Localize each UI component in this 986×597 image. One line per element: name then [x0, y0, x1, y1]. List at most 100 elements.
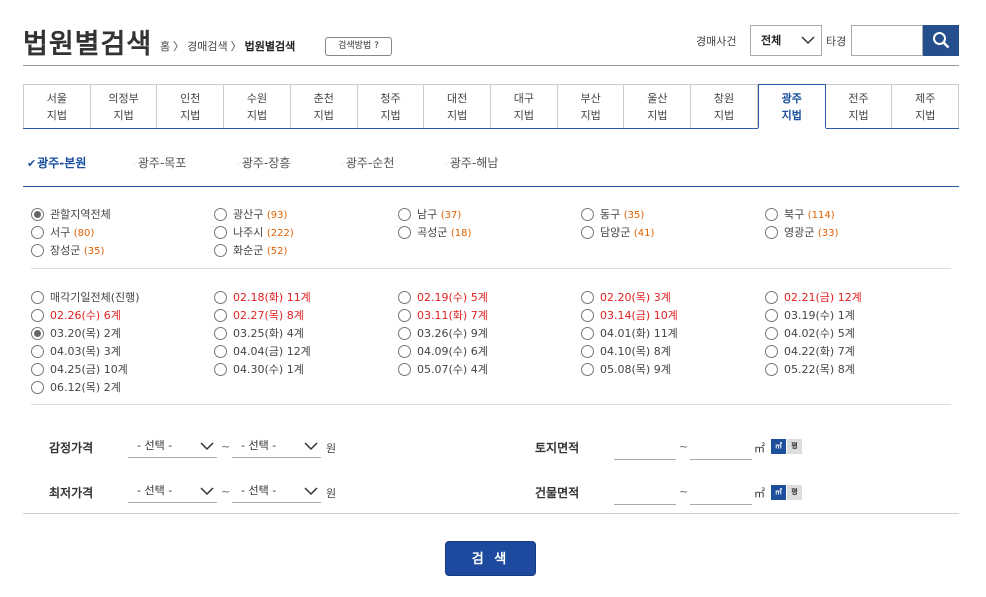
- region-radio[interactable]: 곡성군 (18): [398, 224, 471, 240]
- sale-date-radio[interactable]: 04.09(수) 6계: [398, 343, 488, 359]
- court-tab[interactable]: 수원 지법: [224, 84, 291, 128]
- land-area-max-input[interactable]: [690, 438, 752, 460]
- sale-date-radio[interactable]: 03.14(금) 10계: [581, 307, 678, 323]
- radio-circle-icon: [31, 290, 44, 304]
- sale-date-label: 04.09(수) 6계: [417, 345, 488, 358]
- sale-date-radio[interactable]: 04.22(화) 7계: [765, 343, 855, 359]
- won-unit: 원: [326, 487, 337, 500]
- building-area-min-input[interactable]: [614, 483, 676, 505]
- min-price-max-select[interactable]: - 선택 -: [232, 481, 321, 503]
- sqm-toggle-button[interactable]: ㎡: [771, 439, 786, 454]
- sale-date-radio[interactable]: 05.22(목) 8계: [765, 361, 855, 377]
- sale-date-radio[interactable]: 02.26(수) 6계: [31, 307, 121, 323]
- sale-date-radio[interactable]: 06.12(목) 2계: [31, 379, 121, 395]
- court-tab-type: 지법: [447, 109, 468, 122]
- court-tab[interactable]: 청주 지법: [357, 84, 425, 128]
- sale-date-radio[interactable]: 04.10(목) 8계: [581, 343, 671, 359]
- court-tab[interactable]: 인천 지법: [157, 84, 225, 128]
- region-radio[interactable]: 서구 (80): [31, 224, 94, 240]
- radio-circle-icon: [214, 344, 227, 358]
- court-tab-name: 서울: [46, 92, 67, 105]
- sale-date-radio[interactable]: 03.25(화) 4계: [214, 325, 304, 341]
- sale-date-radio[interactable]: 05.08(목) 9계: [581, 361, 671, 377]
- submit-search-button[interactable]: 검 색: [445, 541, 536, 576]
- branch-tab[interactable]: ✔광주-본원: [27, 154, 86, 171]
- case-year-select[interactable]: 전체: [750, 25, 822, 56]
- radio-circle-icon: [31, 225, 44, 239]
- sale-date-radio[interactable]: 매각기일전체(진행): [31, 289, 140, 305]
- pyeong-toggle-button[interactable]: 평: [787, 485, 802, 500]
- radio-circle-icon: [31, 308, 44, 322]
- sale-date-label: 04.03(목) 3계: [50, 345, 121, 358]
- building-area-max-input[interactable]: [690, 483, 752, 505]
- court-tab[interactable]: 제주 지법: [892, 84, 960, 128]
- region-radio[interactable]: 남구 (37): [398, 206, 461, 222]
- sale-date-radio[interactable]: 04.30(수) 1계: [214, 361, 304, 377]
- search-help-button[interactable]: 검색방법 ?: [325, 37, 392, 56]
- search-button[interactable]: [923, 25, 959, 56]
- sale-date-radio[interactable]: 02.27(목) 8계: [214, 307, 304, 323]
- branch-tab[interactable]: · 광주-목포: [133, 154, 186, 171]
- region-radio[interactable]: 화순군 (52): [214, 242, 287, 258]
- sale-date-radio[interactable]: 03.19(수) 1계: [765, 307, 855, 323]
- sale-date-radio[interactable]: 04.04(금) 12계: [214, 343, 311, 359]
- court-tab[interactable]: 부산 지법: [557, 84, 625, 128]
- sale-date-radio[interactable]: 02.19(수) 5계: [398, 289, 488, 305]
- region-radio[interactable]: 영광군 (33): [765, 224, 838, 240]
- region-count: (222): [266, 228, 294, 239]
- region-count: (80): [73, 228, 95, 239]
- appraisal-min-select[interactable]: - 선택 -: [128, 436, 217, 458]
- region-radio[interactable]: 북구 (114): [765, 206, 835, 222]
- region-radio[interactable]: 광산구 (93): [214, 206, 287, 222]
- sale-date-radio[interactable]: 04.01(화) 11계: [581, 325, 678, 341]
- branch-tab[interactable]: · 광주-장흥: [237, 154, 290, 171]
- sale-date-label: 02.26(수) 6계: [50, 309, 121, 322]
- sale-date-radio[interactable]: 03.20(목) 2계: [31, 325, 121, 341]
- court-tab-type: 지법: [781, 109, 802, 122]
- appraisal-max-select[interactable]: - 선택 -: [232, 436, 321, 458]
- region-radio[interactable]: 장성군 (35): [31, 242, 104, 258]
- court-tab-type: 지법: [580, 109, 601, 122]
- sale-date-radio[interactable]: 05.07(수) 4계: [398, 361, 488, 377]
- radio-circle-icon: [765, 225, 778, 239]
- sale-date-radio[interactable]: 04.25(금) 10계: [31, 361, 128, 377]
- breadcrumb-auction-search[interactable]: 경매검색: [187, 40, 227, 53]
- court-tab-type: 지법: [713, 109, 735, 122]
- min-price-min-select[interactable]: - 선택 -: [128, 481, 217, 503]
- sale-date-radio[interactable]: 02.20(목) 3계: [581, 289, 671, 305]
- land-area-min-input[interactable]: [614, 438, 676, 460]
- range-separator: ~: [221, 485, 231, 498]
- sale-date-label: 05.08(목) 9계: [600, 363, 671, 376]
- sale-date-radio[interactable]: 02.18(화) 11계: [214, 289, 311, 305]
- breadcrumb-home[interactable]: 홈: [160, 40, 170, 53]
- sale-date-radio[interactable]: 02.21(금) 12계: [765, 289, 862, 305]
- court-tab[interactable]: 창원 지법: [691, 84, 758, 128]
- sale-date-label: 04.04(금) 12계: [233, 345, 311, 358]
- court-tab[interactable]: 대전 지법: [424, 84, 492, 128]
- court-tab[interactable]: 광주 지법: [757, 84, 826, 129]
- sale-date-label: 02.20(목) 3계: [600, 291, 671, 304]
- region-radio[interactable]: 담양군 (41): [581, 224, 654, 240]
- region-radio[interactable]: 관할지역전체: [31, 206, 111, 222]
- pyeong-toggle-button[interactable]: 평: [787, 439, 802, 454]
- court-tab[interactable]: 대구 지법: [491, 84, 558, 128]
- sale-date-radio[interactable]: 04.03(목) 3계: [31, 343, 121, 359]
- branch-tab[interactable]: · 광주-해남: [445, 154, 498, 171]
- region-name: 동구: [600, 208, 621, 221]
- branch-tab[interactable]: · 광주-순천: [341, 154, 394, 171]
- radio-circle-icon: [214, 225, 227, 239]
- sale-date-radio[interactable]: 03.26(수) 9계: [398, 325, 488, 341]
- court-tab[interactable]: 의정부 지법: [90, 84, 158, 128]
- region-radio[interactable]: 나주시 (222): [214, 224, 294, 240]
- court-tab[interactable]: 춘천 지법: [290, 84, 358, 128]
- region-count: (93): [266, 210, 288, 221]
- sale-date-radio[interactable]: 04.02(수) 5계: [765, 325, 855, 341]
- sale-date-label: 03.11(화) 7계: [417, 309, 488, 322]
- sale-date-radio[interactable]: 03.11(화) 7계: [398, 307, 488, 323]
- case-number-input[interactable]: [851, 25, 923, 56]
- region-radio[interactable]: 동구 (35): [581, 206, 644, 222]
- court-tab[interactable]: 서울 지법: [23, 84, 91, 128]
- court-tab[interactable]: 전주 지법: [825, 84, 893, 128]
- court-tab[interactable]: 울산 지법: [624, 84, 692, 128]
- sqm-toggle-button[interactable]: ㎡: [771, 485, 786, 500]
